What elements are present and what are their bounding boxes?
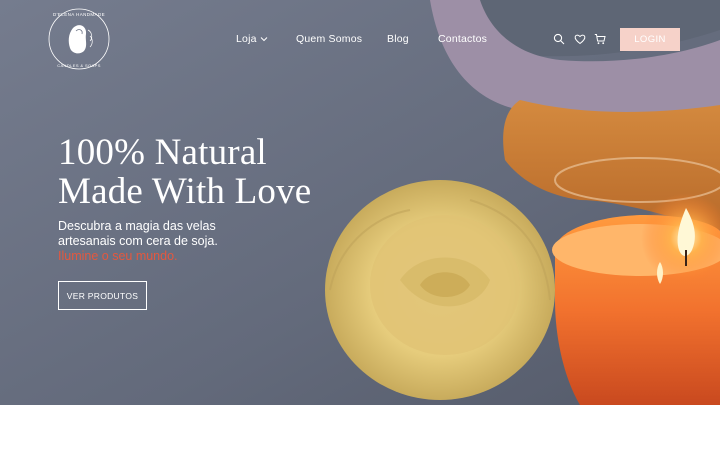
- heart-icon[interactable]: [574, 33, 586, 45]
- content-area: [0, 405, 720, 450]
- nav-item-quem-somos-label: Quem Somos: [296, 33, 363, 45]
- hero-headline: 100% Natural Made With Love: [58, 133, 358, 211]
- nav-item-contactos[interactable]: Contactos: [438, 33, 487, 45]
- login-button[interactable]: LOGIN: [620, 28, 680, 51]
- search-icon[interactable]: [553, 33, 565, 45]
- hero-banner: D'ELENA HANDMADE CANDLES & SOAPS Loja Qu…: [0, 0, 720, 405]
- nav-item-loja[interactable]: Loja: [236, 33, 268, 45]
- hero-subtitle: Descubra a magia das velas artesanais co…: [58, 219, 298, 264]
- brand-logo-text-top: D'ELENA HANDMADE: [53, 12, 105, 17]
- hero-headline-line-1: 100% Natural: [58, 132, 267, 173]
- hero-subtitle-line-2: artesanais com cera de soja.: [58, 234, 218, 248]
- nav-item-blog-label: Blog: [387, 33, 409, 45]
- main-navigation: Loja Quem Somos Blog Contactos: [0, 33, 720, 47]
- page: D'ELENA HANDMADE CANDLES & SOAPS Loja Qu…: [0, 0, 720, 450]
- hero-headline-line-2: Made With Love: [58, 171, 312, 212]
- hero-subtitle-line-1: Descubra a magia das velas: [58, 219, 216, 233]
- chevron-down-icon: [260, 37, 268, 42]
- hero-tagline: Ilumine o seu mundo.: [58, 249, 178, 263]
- nav-item-loja-label: Loja: [236, 33, 257, 45]
- nav-item-blog[interactable]: Blog: [387, 33, 409, 45]
- cart-icon[interactable]: [594, 33, 606, 45]
- nav-item-quem-somos[interactable]: Quem Somos: [296, 33, 362, 45]
- view-products-button[interactable]: VER PRODUTOS: [58, 281, 147, 310]
- nav-item-contactos-label: Contactos: [438, 33, 488, 45]
- brand-logo-text-bottom: CANDLES & SOAPS: [57, 63, 101, 68]
